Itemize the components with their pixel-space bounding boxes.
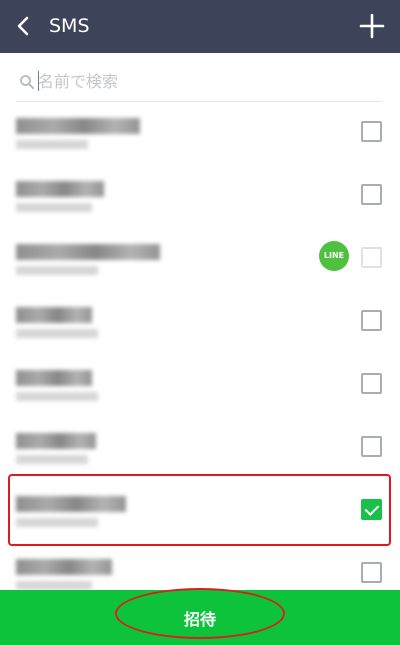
- list-item[interactable]: [0, 293, 400, 356]
- contact-checkbox[interactable]: [361, 436, 382, 457]
- contact-checkbox[interactable]: [361, 373, 382, 394]
- contact-name: [16, 559, 112, 575]
- line-app-icon: LINE: [319, 241, 349, 271]
- contact-checkbox[interactable]: [361, 499, 382, 520]
- contact-detail: [16, 455, 88, 464]
- contact-checkbox[interactable]: [361, 310, 382, 331]
- chevron-left-icon[interactable]: [10, 12, 36, 40]
- list-item[interactable]: [0, 167, 400, 230]
- contact-detail: [16, 329, 98, 338]
- plus-icon[interactable]: [358, 12, 386, 40]
- contact-checkbox[interactable]: [361, 562, 382, 583]
- contact-detail: [16, 581, 92, 590]
- contact-detail: [16, 203, 92, 212]
- contact-checkbox[interactable]: [361, 121, 382, 142]
- contact-name: [16, 370, 92, 386]
- search-input[interactable]: [38, 68, 368, 94]
- contact-detail: [16, 392, 98, 401]
- contact-checkbox[interactable]: [361, 184, 382, 205]
- list-item[interactable]: [0, 104, 400, 167]
- contact-name: [16, 496, 126, 512]
- contact-name: [16, 118, 140, 134]
- contact-checkbox[interactable]: [361, 247, 382, 268]
- app-header: SMS: [0, 0, 400, 53]
- contact-name: [16, 181, 104, 197]
- search-icon: [20, 75, 34, 89]
- list-item[interactable]: [0, 356, 400, 419]
- contact-detail: [16, 140, 88, 149]
- page-title: SMS: [49, 15, 90, 37]
- contact-detail: [16, 518, 98, 527]
- list-item[interactable]: [0, 482, 400, 545]
- search-bar: [16, 62, 382, 102]
- contact-name: [16, 307, 92, 323]
- contact-detail: [16, 266, 98, 275]
- contact-name: [16, 433, 96, 449]
- list-item[interactable]: [0, 419, 400, 482]
- invite-button[interactable]: 招待: [0, 590, 400, 645]
- contact-name: [16, 244, 160, 260]
